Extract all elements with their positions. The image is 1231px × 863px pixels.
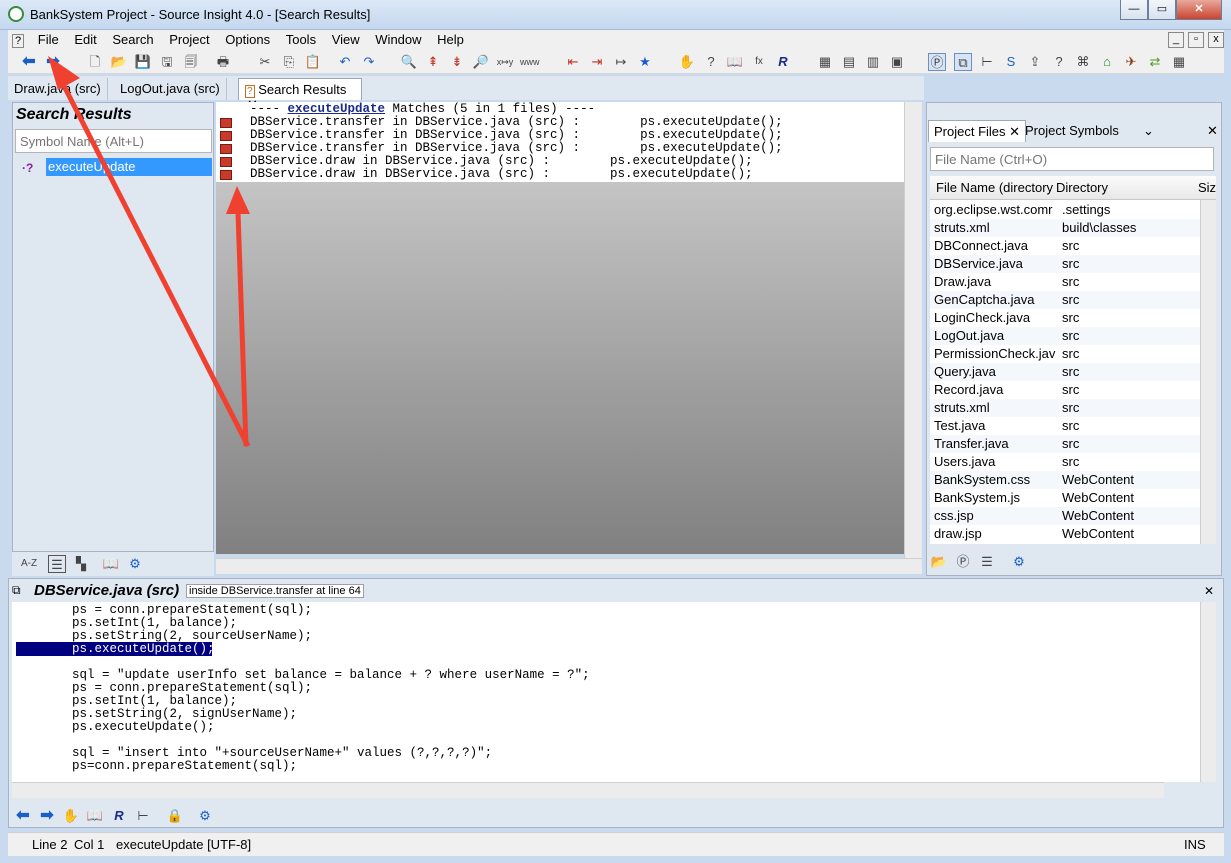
annotation-arrowhead: [226, 186, 250, 214]
annotation-arrow: [235, 211, 249, 447]
annotation-arrowhead: [48, 56, 80, 90]
annotation-arrow: [59, 80, 251, 448]
annotation-arrows: [48, 56, 251, 448]
